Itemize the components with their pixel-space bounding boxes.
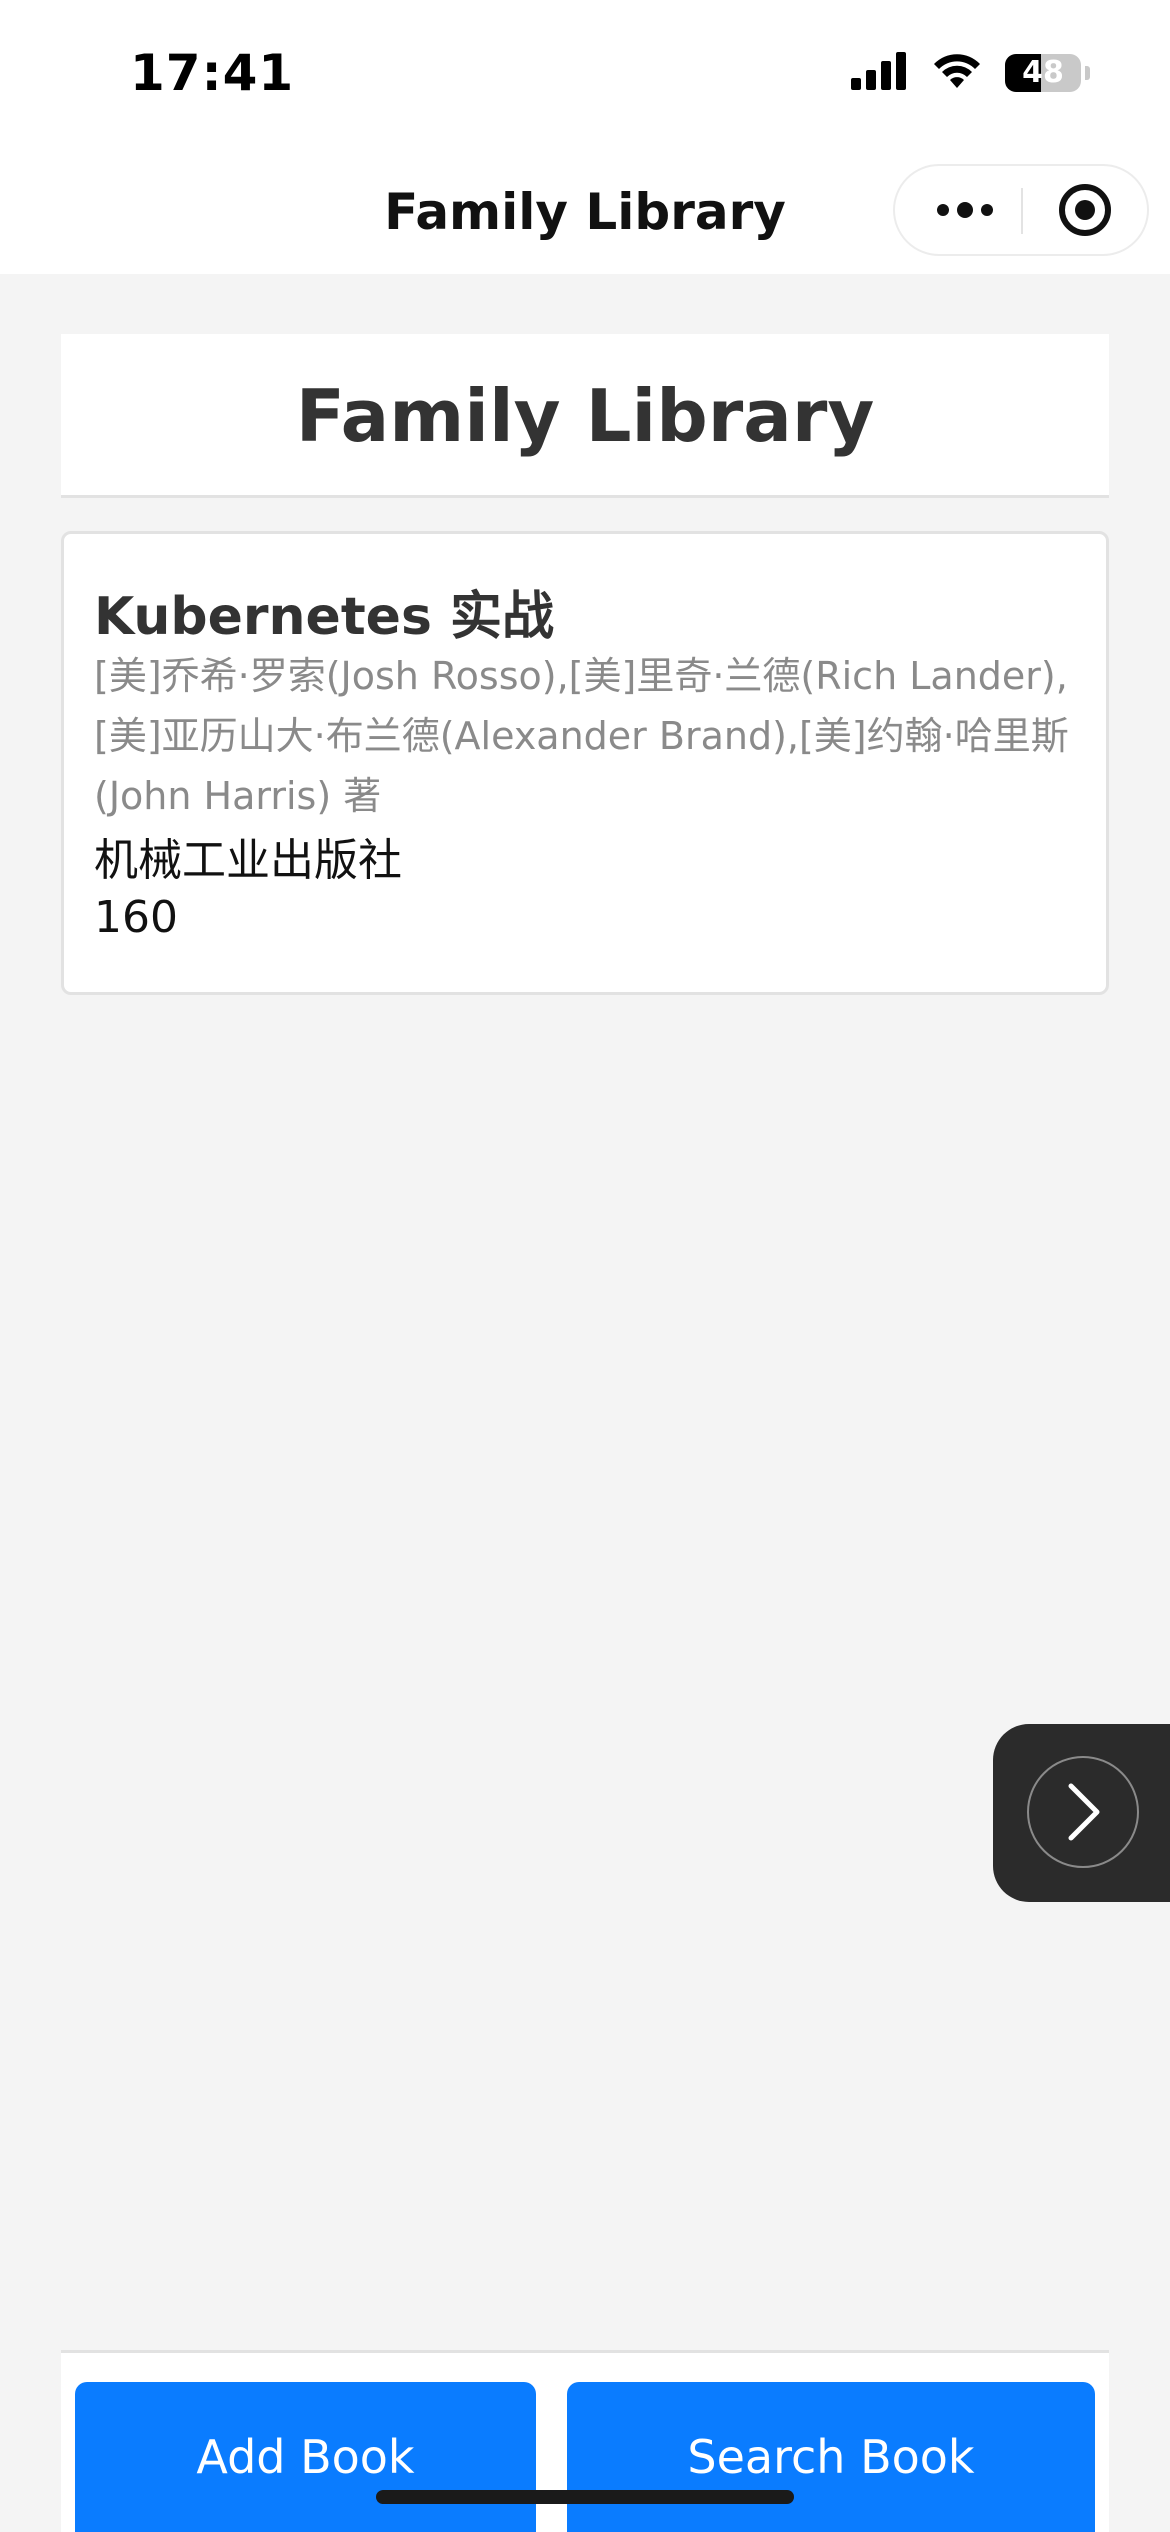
status-bar: 17:41 48	[0, 0, 1170, 150]
battery-level: 48	[1022, 55, 1064, 90]
status-icons: 48	[851, 52, 1090, 94]
more-dots-icon[interactable]	[915, 166, 1015, 254]
mini-program-capsule	[893, 164, 1149, 256]
wifi-icon	[931, 52, 983, 94]
search-book-button[interactable]: Search Book	[567, 2382, 1095, 2532]
cellular-signal-icon	[851, 52, 909, 94]
page-title: Family Library	[295, 374, 875, 458]
target-close-icon[interactable]	[1035, 166, 1135, 254]
nav-bar: Family Library	[0, 150, 1170, 274]
chevron-right-icon	[1027, 1756, 1139, 1868]
battery-cap	[1085, 66, 1090, 80]
capsule-divider	[1021, 188, 1023, 234]
home-indicator	[376, 2490, 794, 2504]
page-header: Family Library	[61, 334, 1109, 498]
status-time: 17:41	[130, 44, 295, 102]
book-pages: 160	[94, 892, 178, 943]
book-title: Kubernetes 实战	[94, 587, 555, 647]
book-publisher: 机械工业出版社	[94, 835, 402, 886]
book-card[interactable]: Kubernetes 实战 [美]乔希·罗索(Josh Rosso),[美]里奇…	[61, 531, 1109, 995]
add-book-button[interactable]: Add Book	[75, 2382, 536, 2532]
floating-next-button[interactable]	[993, 1724, 1170, 1902]
battery-icon: 48	[1005, 54, 1081, 92]
book-authors: [美]乔希·罗索(Josh Rosso),[美]里奇·兰德(Rich Lande…	[94, 654, 1069, 818]
